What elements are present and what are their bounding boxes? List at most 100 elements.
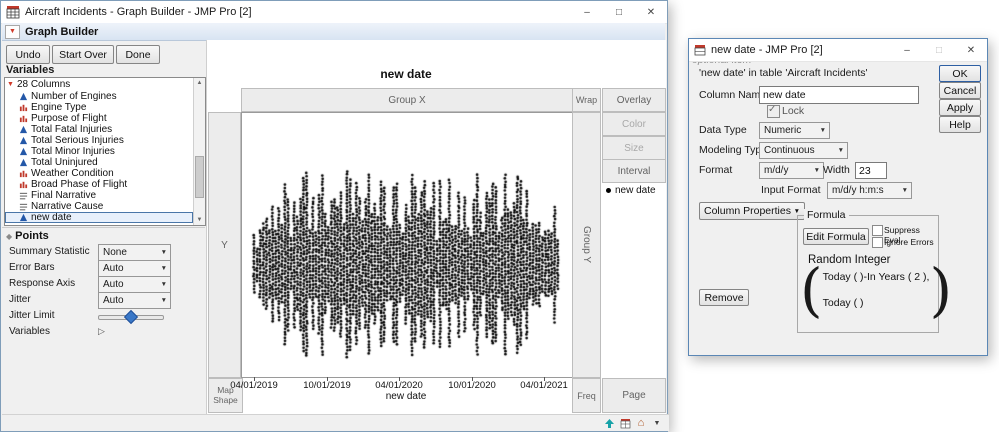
suppress-eval-checkbox[interactable] [872, 225, 883, 236]
scatter-plot-canvas[interactable] [242, 113, 570, 375]
width-label: Width [823, 164, 850, 176]
error-bars-dropdown[interactable]: Auto▼ [98, 260, 171, 277]
jitter-limit-label: Jitter Limit [9, 310, 55, 321]
format-dropdown[interactable]: m/d/y▼ [759, 162, 824, 179]
input-format-label: Input Format [761, 184, 821, 196]
ignore-errors-label: Ignore Errors [884, 237, 934, 247]
dialog-titlebar[interactable]: new date - JMP Pro [2] – □ ✕ [689, 39, 987, 62]
points-variables-label: Variables [9, 326, 50, 337]
zone-label: Page [622, 390, 645, 401]
chevron-down-icon: ▼ [161, 281, 167, 288]
overlay-zone[interactable]: Overlay [602, 88, 666, 112]
response-axis-dropdown[interactable]: Auto▼ [98, 276, 171, 293]
minimize-icon[interactable]: – [571, 2, 603, 23]
variable-item[interactable]: Broad Phase of Flight [5, 179, 193, 190]
start-over-button[interactable]: Start Over [52, 45, 114, 64]
chevron-down-icon: ▼ [161, 297, 167, 304]
variable-item[interactable]: Purpose of Flight [5, 113, 193, 124]
modeling-type-dropdown[interactable]: Continuous▼ [759, 142, 848, 159]
group-x-zone[interactable]: Group X [241, 88, 573, 112]
y-zone[interactable]: Y [208, 112, 241, 378]
continuous-icon [19, 147, 28, 156]
interval-zone[interactable]: Interval [602, 159, 666, 183]
jmp-table-icon [6, 5, 20, 19]
variable-item[interactable]: Total Minor Injuries [5, 146, 193, 157]
expand-triangle-icon[interactable]: ▷ [98, 326, 105, 337]
disclosure-diamond-icon[interactable]: ◆ [6, 232, 12, 241]
summary-statistic-label: Summary Statistic [9, 246, 90, 257]
ok-button[interactable]: OK [939, 65, 981, 82]
close-icon[interactable]: ✕ [955, 40, 987, 61]
columns-group-row[interactable]: ▼ 28 Columns [5, 78, 205, 91]
column-properties-button[interactable]: Column Properties▼ [699, 202, 805, 220]
jitter-limit-slider[interactable] [98, 312, 164, 322]
variable-item[interactable]: Total Uninjured [5, 157, 193, 168]
main-titlebar[interactable]: Aircraft Incidents - Graph Builder - JMP… [1, 1, 667, 24]
maximize-icon[interactable]: □ [603, 2, 635, 23]
modeling-type-label: Modeling Type [699, 144, 767, 156]
variable-label: Purpose of Flight [31, 113, 107, 124]
cancel-button[interactable]: Cancel [939, 82, 981, 99]
red-triangle-icon[interactable]: ▼ [5, 25, 20, 39]
data-table-icon[interactable] [617, 416, 633, 430]
red-triangle-icon[interactable]: ▼ [7, 81, 14, 88]
jitter-dropdown[interactable]: Auto▼ [98, 292, 171, 309]
lock-label: Lock [782, 105, 804, 117]
legend-item[interactable]: new date [606, 185, 656, 196]
x-axis[interactable]: 04/01/2019 10/01/2019 04/01/2020 10/01/2… [241, 377, 571, 390]
apply-button[interactable]: Apply [939, 99, 981, 116]
minimize-icon[interactable]: – [891, 40, 923, 61]
columns-group-label: 28 Columns [17, 79, 70, 90]
freq-zone[interactable]: Freq [572, 378, 601, 413]
scroll-up-icon[interactable]: ▲ [194, 78, 205, 88]
ignore-errors-checkbox[interactable] [872, 237, 883, 248]
remove-button[interactable]: Remove [699, 289, 749, 306]
scroll-down-icon[interactable]: ▼ [194, 215, 205, 225]
size-zone[interactable]: Size [602, 136, 666, 160]
data-type-label: Data Type [699, 124, 747, 136]
undo-button[interactable]: Undo [6, 45, 50, 64]
x-axis-title[interactable]: new date [241, 391, 571, 402]
variable-item[interactable]: Total Fatal Injuries [5, 124, 193, 135]
variable-item[interactable]: Final Narrative [5, 190, 193, 201]
done-button[interactable]: Done [116, 45, 160, 64]
x-tick-label: 04/01/2020 [375, 380, 423, 391]
legend-marker-icon [606, 188, 611, 193]
width-input[interactable]: 23 [855, 162, 887, 179]
points-header-label: Points [15, 230, 49, 242]
list-scrollbar[interactable]: ▲ ▼ [193, 78, 205, 225]
help-button[interactable]: Help [939, 116, 981, 133]
chevron-down-icon: ▼ [794, 208, 800, 215]
plot-area[interactable] [241, 112, 573, 378]
home-icon[interactable]: ⌂ [633, 416, 649, 430]
variable-label: Narrative Cause [31, 201, 103, 212]
close-icon[interactable]: ✕ [635, 2, 667, 23]
maximize-icon[interactable]: □ [923, 40, 955, 61]
points-section-header[interactable]: ◆ Points [2, 227, 205, 244]
data-type-dropdown[interactable]: Numeric▼ [759, 122, 830, 139]
wrap-zone[interactable]: Wrap [572, 88, 601, 112]
slider-thumb[interactable] [124, 310, 138, 324]
scroll-thumb[interactable] [195, 156, 204, 198]
up-arrow-icon[interactable] [601, 416, 617, 430]
page-zone[interactable]: Page [602, 378, 666, 413]
column-name-input[interactable]: new date [759, 86, 919, 104]
chevron-down-icon: ▼ [161, 249, 167, 256]
variable-item[interactable]: Number of Engines [5, 91, 193, 102]
input-format-dropdown[interactable]: m/d/y h:m:s▼ [827, 182, 912, 199]
variable-item[interactable]: Engine Type [5, 102, 193, 113]
edit-formula-button[interactable]: Edit Formula [803, 228, 869, 245]
zone-label: Freq [577, 391, 596, 401]
columns-list[interactable]: ▼ 28 Columns Number of Engines Engine Ty… [4, 77, 206, 226]
variable-item[interactable]: Weather Condition [5, 168, 193, 179]
summary-statistic-dropdown[interactable]: None▼ [98, 244, 171, 261]
graph-title[interactable]: new date [241, 67, 571, 81]
color-zone[interactable]: Color [602, 112, 666, 136]
variable-item[interactable]: Total Serious Injuries [5, 135, 193, 146]
group-y-zone[interactable]: Group Y [572, 112, 601, 378]
columns-items: Number of Engines Engine Type Purpose of… [5, 91, 193, 223]
variable-item-selected[interactable]: new date [5, 212, 193, 223]
dropdown-caret-icon[interactable]: ▼ [649, 416, 665, 430]
variable-item[interactable]: Narrative Cause [5, 201, 193, 212]
lock-checkbox[interactable] [767, 105, 780, 118]
